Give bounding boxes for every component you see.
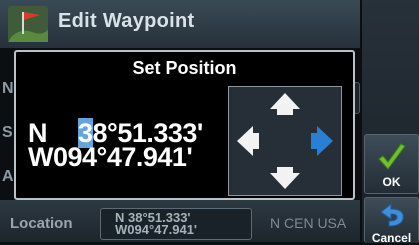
page-title: Edit Waypoint [58,10,195,32]
header-bar: Edit Waypoint [0,0,360,48]
cancel-label: Cancel [371,231,412,245]
location-field[interactable]: N 38°51.333' W094°47.941' [100,208,252,240]
button-column: OK Cancel [362,0,419,245]
direction-pad [228,86,342,196]
waypoint-flag-icon [8,6,48,42]
background-label: N [2,80,14,97]
set-position-dialog: Set Position N 38°51.333' W094°47.941' [14,50,355,200]
arrow-down-icon[interactable] [270,167,300,189]
arrow-right-icon[interactable] [311,126,333,156]
region-label: N CEN USA [270,215,347,231]
arrow-left-icon[interactable] [237,126,259,156]
longitude-value[interactable]: W094°47.941' [28,144,193,171]
location-label: Location [10,215,73,232]
dialog-title: Set Position [132,58,237,78]
arrow-up-icon[interactable] [270,93,300,115]
back-arrow-icon [380,202,404,227]
location-longitude: W094°47.941' [115,222,198,237]
background-label: A [2,168,14,185]
ok-label: OK [382,175,401,189]
location-row: Location N 38°51.333' W094°47.941' N CEN… [0,200,360,242]
ok-button[interactable]: OK [364,134,419,194]
checkmark-icon [378,143,406,170]
cancel-button[interactable]: Cancel [364,197,419,245]
background-label: S [2,124,13,141]
edit-waypoint-screen: Edit Waypoint N S A Location N 38°51.333… [0,0,419,245]
